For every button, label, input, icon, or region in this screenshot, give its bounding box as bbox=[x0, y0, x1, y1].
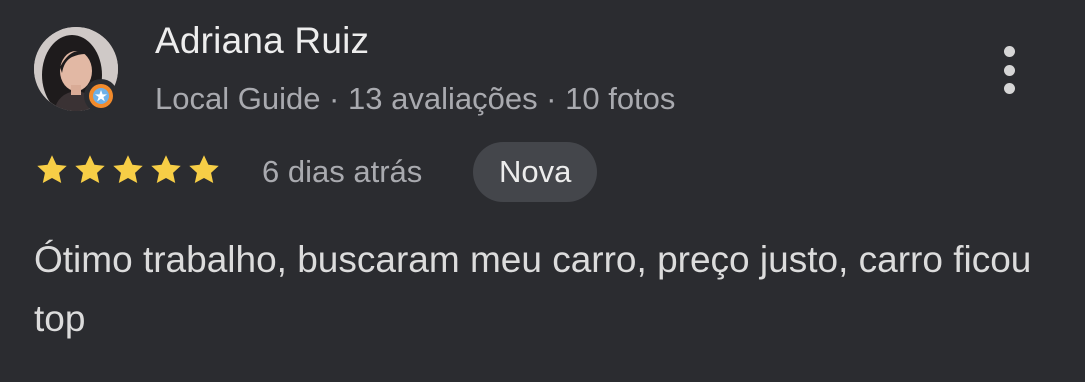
star-icon bbox=[148, 152, 184, 188]
star-icon bbox=[110, 152, 146, 188]
local-guide-badge-icon bbox=[84, 79, 118, 113]
star-icon bbox=[34, 152, 70, 188]
more-dot bbox=[1003, 64, 1015, 76]
more-dot bbox=[1003, 83, 1015, 94]
author-meta: Local Guide · 13 avaliações · 10 fotos bbox=[155, 81, 676, 116]
review-card: Adriana Ruiz Local Guide · 13 avaliações… bbox=[0, 0, 1085, 382]
review-text: Ótimo trabalho, buscaram meu carro, preç… bbox=[34, 239, 1032, 339]
new-badge: Nova bbox=[473, 142, 598, 202]
more-dot bbox=[1003, 46, 1015, 57]
review-time: 6 dias atrás bbox=[262, 154, 423, 189]
star-rating bbox=[34, 152, 222, 188]
star-icon bbox=[186, 152, 222, 188]
author-name[interactable]: Adriana Ruiz bbox=[155, 20, 369, 62]
more-vert-icon[interactable] bbox=[990, 40, 1028, 100]
star-icon bbox=[72, 152, 108, 188]
